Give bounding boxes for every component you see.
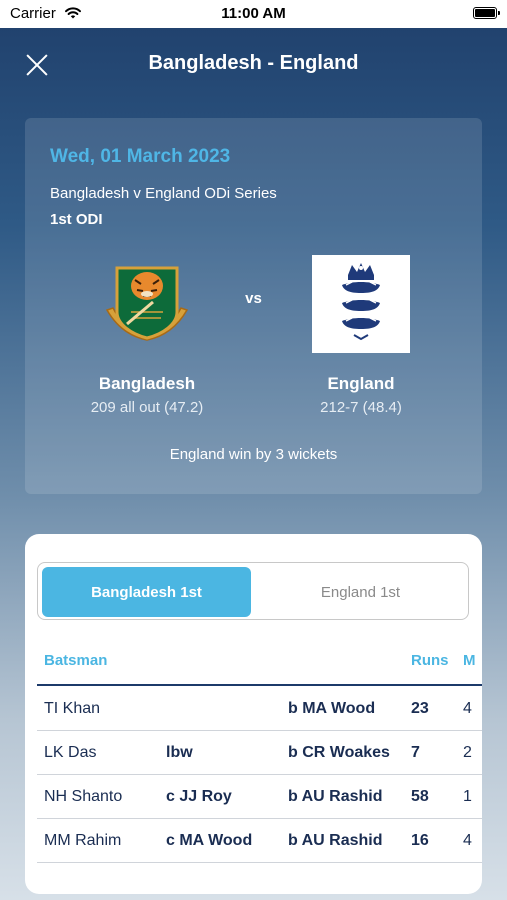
balls: 4 bbox=[463, 700, 472, 717]
match-date: Wed, 01 March 2023 bbox=[50, 146, 231, 167]
team-b: England 212-7 (48.4) bbox=[271, 254, 451, 416]
england-cricket-logo bbox=[312, 255, 410, 353]
team-a-name: Bangladesh bbox=[98, 374, 196, 393]
bowler: b CR Woakes bbox=[288, 744, 390, 761]
batting-table-header: Batsman Runs M bbox=[25, 650, 482, 686]
tab-england-innings[interactable]: England 1st bbox=[256, 567, 465, 617]
clock: 11:00 AM bbox=[221, 5, 286, 22]
dismissal-type: c JJ Roy bbox=[166, 788, 232, 805]
header-batsman: Batsman bbox=[44, 652, 108, 669]
runs: 23 bbox=[411, 700, 429, 717]
batsman-name: LK Das bbox=[44, 744, 97, 761]
match-number: 1st ODI bbox=[50, 211, 103, 228]
match-summary-card: Wed, 01 March 2023 Bangladesh v England … bbox=[25, 118, 482, 494]
runs: 7 bbox=[411, 744, 420, 761]
team-b-name: England bbox=[327, 374, 395, 393]
series-name: Bangladesh v England ODi Series bbox=[50, 185, 277, 202]
team-a-score: 209 all out (47.2) bbox=[90, 399, 204, 416]
table-row[interactable]: LK Das lbw b CR Woakes 7 2 bbox=[25, 731, 482, 775]
batsman-name: MM Rahim bbox=[44, 832, 122, 849]
batsman-name: NH Shanto bbox=[44, 788, 123, 805]
team-a: Bangladesh 209 all out (47.2) bbox=[57, 254, 237, 416]
row-divider bbox=[37, 862, 482, 863]
header-balls: M bbox=[463, 652, 476, 669]
bowler: b AU Rashid bbox=[288, 832, 383, 849]
battery-icon bbox=[473, 7, 500, 19]
balls: 2 bbox=[463, 744, 472, 761]
table-row[interactable]: NH Shanto c JJ Roy b AU Rashid 58 1 bbox=[25, 775, 482, 819]
team-b-score: 212-7 (48.4) bbox=[320, 399, 402, 416]
innings-segmented-control: Bangladesh 1st England 1st bbox=[37, 562, 469, 620]
header-runs: Runs bbox=[411, 652, 449, 669]
dismissal-type: c MA Wood bbox=[166, 832, 253, 849]
bowler: b MA Wood bbox=[288, 700, 376, 717]
dismissal-type: lbw bbox=[166, 744, 193, 761]
bowler: b AU Rashid bbox=[288, 788, 383, 805]
runs: 58 bbox=[411, 788, 429, 805]
match-result: England win by 3 wickets bbox=[169, 446, 338, 463]
balls: 4 bbox=[463, 832, 472, 849]
balls: 1 bbox=[463, 788, 472, 805]
header-divider bbox=[37, 684, 482, 686]
status-bar: Carrier 11:00 AM bbox=[0, 0, 507, 28]
page-title: Bangladesh - England bbox=[148, 52, 359, 74]
scorecard-panel: Bangladesh 1st England 1st Batsman Runs … bbox=[25, 534, 482, 894]
table-row[interactable]: MM Rahim c MA Wood b AU Rashid 16 4 bbox=[25, 819, 482, 863]
tab-bangladesh-innings[interactable]: Bangladesh 1st bbox=[42, 567, 251, 617]
table-row[interactable]: TI Khan b MA Wood 23 4 bbox=[25, 687, 482, 731]
batsman-name: TI Khan bbox=[44, 700, 101, 717]
runs: 16 bbox=[411, 832, 429, 849]
